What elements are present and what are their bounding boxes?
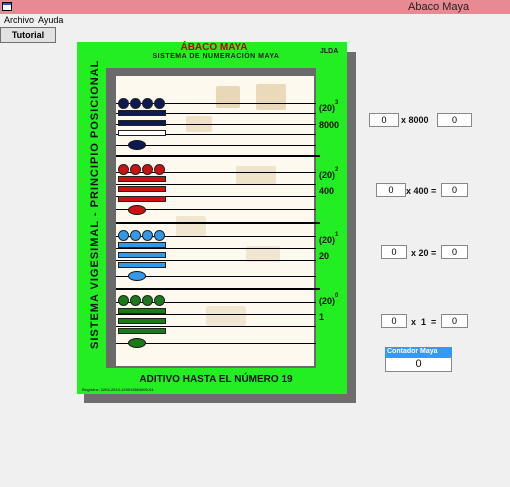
bar-bead[interactable] — [118, 176, 166, 182]
rod — [116, 326, 316, 327]
result-field: 0 — [441, 245, 468, 259]
dot-bead[interactable] — [142, 164, 153, 175]
place-value: 8000 — [319, 120, 340, 130]
dot-bead[interactable] — [130, 164, 141, 175]
rod — [116, 184, 316, 185]
result-field: 0 — [441, 183, 468, 197]
rod — [116, 314, 316, 315]
counter-value: 0 — [385, 357, 452, 372]
bar-bead[interactable] — [118, 328, 166, 334]
bar-bead[interactable] — [118, 308, 166, 314]
bar-bead[interactable] — [118, 120, 166, 126]
digit-input[interactable]: 0 — [376, 183, 406, 197]
menu-bar: Archivo Ayuda — [0, 14, 510, 26]
window-title: Abaco Maya — [408, 1, 470, 13]
shell-zero[interactable] — [128, 271, 146, 281]
place-value: 1 — [319, 312, 325, 322]
dot-bead[interactable] — [118, 98, 129, 109]
multiplier-label: x 8000 — [401, 115, 429, 125]
bar-bead[interactable] — [118, 186, 166, 192]
registry-text: Registro: 2203-2013-120013864900-01 — [82, 387, 154, 392]
power-label: (20)3 — [319, 100, 339, 113]
dot-bead[interactable] — [130, 98, 141, 109]
bar-bead[interactable] — [118, 130, 166, 136]
shell-zero[interactable] — [128, 338, 146, 348]
place-value: 20 — [319, 251, 330, 261]
power-label: (20)2 — [319, 167, 339, 180]
multiplier-label: x 400 = — [406, 186, 437, 196]
power-label: (20)0 — [319, 293, 339, 306]
result-field: 0 — [441, 314, 468, 328]
result-field: 0 — [437, 113, 472, 127]
dot-bead[interactable] — [142, 230, 153, 241]
dot-bead[interactable] — [154, 98, 165, 109]
dot-bead[interactable] — [130, 230, 141, 241]
rod — [116, 276, 316, 277]
maya-glyph — [176, 216, 206, 236]
author-initials: JLDA — [320, 48, 339, 55]
shell-zero[interactable] — [128, 140, 146, 150]
dot-bead[interactable] — [118, 295, 129, 306]
bar-bead[interactable] — [118, 196, 166, 202]
dot-bead[interactable] — [154, 230, 165, 241]
rod — [116, 248, 316, 249]
dot-bead[interactable] — [142, 295, 153, 306]
rod — [116, 260, 316, 261]
maya-glyph — [206, 306, 246, 326]
board-subtitle: SISTEMA DE NUMERACIÓN MAYA — [152, 53, 280, 60]
digit-input[interactable]: 0 — [369, 113, 399, 127]
dot-bead[interactable] — [130, 295, 141, 306]
menu-ayuda[interactable]: Ayuda — [38, 15, 63, 25]
bar-bead[interactable] — [118, 262, 166, 268]
tutorial-button[interactable]: Tutorial — [0, 27, 56, 43]
rod — [116, 209, 316, 210]
bar-bead[interactable] — [118, 252, 166, 258]
dot-bead[interactable] — [142, 98, 153, 109]
multiplier-label: x 1 = — [411, 317, 437, 327]
board-title: ÁBACO MAYA — [180, 42, 248, 53]
rod — [116, 343, 316, 344]
shell-zero[interactable] — [128, 205, 146, 215]
power-label: (20)1 — [319, 232, 339, 245]
title-bar: Abaco Maya — [0, 0, 510, 14]
digit-input[interactable]: 0 — [381, 314, 407, 328]
dot-bead[interactable] — [154, 164, 165, 175]
place-value: 400 — [319, 186, 335, 196]
vertical-label: SISTEMA VIGESIMAL - PRINCIPIO POSICIONAL — [89, 59, 101, 349]
menu-archivo[interactable]: Archivo — [4, 15, 34, 25]
level-separator — [116, 222, 320, 224]
maya-glyph — [216, 86, 240, 108]
dot-bead[interactable] — [154, 295, 165, 306]
rod — [116, 145, 316, 146]
maya-glyph — [256, 84, 286, 110]
bottom-label: ADITIVO HASTA EL NÚMERO 19 — [139, 374, 293, 385]
level-separator — [116, 155, 320, 157]
level-separator — [116, 288, 320, 290]
digit-input[interactable]: 0 — [381, 245, 407, 259]
bar-bead[interactable] — [118, 318, 166, 324]
dot-bead[interactable] — [118, 230, 129, 241]
counter-label: Contador Maya — [385, 347, 452, 357]
bar-bead[interactable] — [118, 110, 166, 116]
dot-bead[interactable] — [118, 164, 129, 175]
multiplier-label: x 20 = — [411, 248, 437, 258]
bar-bead[interactable] — [118, 242, 166, 248]
maya-glyph — [236, 166, 276, 184]
app-icon — [2, 2, 12, 11]
